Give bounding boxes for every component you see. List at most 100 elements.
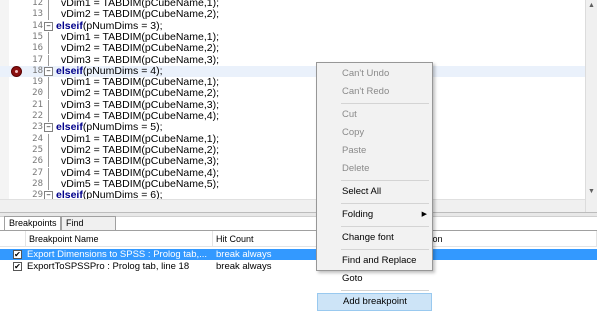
fold-guide — [48, 88, 49, 100]
code-text: elseif(pNumDims = 3); — [56, 19, 163, 32]
menu-item-goto[interactable]: Goto — [317, 270, 432, 288]
menu-item-find-and-replace[interactable]: Find and Replace — [317, 252, 432, 270]
table-row[interactable]: ✔ ExportToSPSSPro : Prolog tab, line 18 … — [0, 261, 597, 272]
checkbox[interactable]: ✔ — [13, 250, 22, 259]
line-number: 22 — [32, 111, 43, 121]
menu-item-label: Select All — [342, 186, 382, 197]
fold-guide — [48, 43, 49, 55]
line-number: 19 — [32, 77, 43, 88]
code-line[interactable]: 16 vDim2 = TABDIM(pCubeName,2); — [0, 42, 585, 55]
fold-toggle-icon[interactable]: − — [44, 123, 53, 133]
menu-item-select-all[interactable]: Select All — [317, 183, 432, 201]
context-menu: Can't Undo Can't Redo Cut Copy Paste Delete Se… — [316, 62, 433, 311]
fold-guide — [48, 178, 49, 190]
fold-guide — [48, 156, 49, 168]
menu-item-label: Change font — [342, 232, 394, 243]
fold-guide — [48, 144, 49, 156]
code-text: vDim2 = TABDIM(pCubeName,2); — [61, 42, 220, 55]
fold-guide — [48, 167, 49, 179]
menu-separator — [341, 290, 429, 291]
code-line[interactable]: 14− elseif(pNumDims = 3); — [0, 19, 585, 32]
column-header-name[interactable]: Breakpoint Name — [26, 231, 213, 247]
menu-item-label: Can't Undo — [342, 68, 390, 79]
breakpoint-name: Export Dimensions to SPSS : Prolog tab,.… — [27, 249, 208, 260]
fold-guide — [48, 0, 49, 9]
fold-guide — [48, 31, 49, 43]
menu-item-can-t-redo[interactable]: Can't Redo — [317, 83, 432, 101]
line-number: 20 — [32, 88, 43, 99]
line-number: 15 — [32, 31, 43, 42]
code-text: elseif(pNumDims = 5); — [56, 122, 163, 133]
keyword: elseif — [56, 121, 83, 134]
checkbox[interactable]: ✔ — [13, 262, 22, 271]
menu-item-paste[interactable]: Paste — [317, 142, 432, 160]
horizontal-scrollbar[interactable] — [0, 199, 585, 212]
line-number: 16 — [32, 43, 43, 54]
fold-guide — [48, 77, 49, 89]
code-text: vDim4 = TABDIM(pCubeName,4); — [61, 166, 220, 179]
menu-item-folding[interactable]: Folding ▶ — [317, 206, 432, 224]
code-expression: (pNumDims = 4); — [82, 64, 163, 77]
hit-count: break always — [216, 249, 272, 260]
line-number: 26 — [32, 156, 43, 167]
menu-separator — [341, 180, 429, 181]
scroll-down-icon[interactable]: ▼ — [586, 186, 597, 198]
line-number: 17 — [32, 54, 43, 65]
menu-item-label: Copy — [342, 127, 365, 138]
code-line[interactable]: 26 vDim3 = TABDIM(pCubeName,3); — [0, 155, 585, 168]
hit-count: break always — [216, 261, 272, 272]
menu-separator — [341, 249, 429, 250]
menu-item-label: Add breakpoint — [343, 296, 407, 307]
menu-item-label: Folding — [342, 209, 374, 220]
menu-separator — [341, 203, 429, 204]
menu-separator — [341, 226, 429, 227]
menu-item-label: Cut — [342, 109, 357, 120]
code-text: vDim2 = TABDIM(pCubeName,2); — [61, 87, 220, 100]
column-header-condition[interactable]: sion — [423, 231, 597, 247]
scroll-up-icon[interactable]: ▲ — [586, 0, 597, 12]
fold-guide — [48, 54, 49, 66]
menu-item-can-t-undo[interactable]: Can't Undo — [317, 65, 432, 83]
code-line[interactable]: 27 vDim4 = TABDIM(pCubeName,4); — [0, 166, 585, 179]
menu-item-label: Delete — [342, 163, 370, 174]
vertical-scrollbar[interactable]: ▲ ▼ — [585, 0, 597, 212]
menu-item-label: Goto — [342, 273, 363, 284]
breakpoints-table: Breakpoint Name Hit Count sion ✔ Export … — [0, 230, 597, 272]
menu-item-copy[interactable]: Copy — [317, 124, 432, 142]
fold-guide — [48, 133, 49, 145]
code-line[interactable]: 23− elseif(pNumDims = 5); — [0, 122, 585, 133]
line-number: 14 — [32, 20, 43, 31]
tab-find-results[interactable]: Find results — [61, 216, 116, 241]
menu-item-label: Can't Redo — [342, 86, 390, 97]
menu-item-delete[interactable]: Delete — [317, 160, 432, 178]
line-number: 23 — [32, 122, 43, 133]
line-number: 21 — [32, 99, 43, 110]
bottom-tabs: Breakpoints Find results — [0, 216, 597, 241]
fold-guide — [48, 99, 49, 111]
menu-item-cut[interactable]: Cut — [317, 106, 432, 124]
code-text: vDim3 = TABDIM(pCubeName,3); — [61, 155, 220, 168]
fold-guide — [48, 9, 49, 21]
keyword: elseif — [56, 64, 83, 77]
fold-toggle-icon[interactable]: − — [44, 66, 53, 76]
code-line[interactable]: 20 vDim2 = TABDIM(pCubeName,2); — [0, 87, 585, 100]
menu-item-label: Paste — [342, 145, 367, 156]
breakpoint-icon[interactable] — [11, 65, 22, 77]
fold-toggle-icon[interactable]: − — [44, 21, 53, 31]
code-expression: (pNumDims = 3); — [82, 19, 163, 32]
line-number: 13 — [32, 9, 43, 20]
keyword: elseif — [56, 19, 83, 32]
submenu-arrow-icon: ▶ — [421, 211, 427, 218]
menu-item-add-breakpoint[interactable]: Add breakpoint — [317, 293, 432, 311]
menu-item-change-font[interactable]: Change font — [317, 229, 432, 247]
column-header-check[interactable] — [0, 231, 26, 247]
line-number: 28 — [32, 178, 43, 189]
table-row[interactable]: ✔ Export Dimensions to SPSS : Prolog tab… — [0, 249, 597, 260]
fold-guide — [48, 111, 49, 122]
menu-separator — [341, 103, 429, 104]
tab-breakpoints[interactable]: Breakpoints — [4, 216, 61, 230]
code-line[interactable]: 24 vDim1 = TABDIM(pCubeName,1); — [0, 133, 585, 145]
line-number: 24 — [32, 133, 43, 144]
code-editor[interactable]: 12 vDim1 = TABDIM(pCubeName,1); 13 vDim2 = … — [0, 0, 597, 212]
line-number: 25 — [32, 144, 43, 155]
